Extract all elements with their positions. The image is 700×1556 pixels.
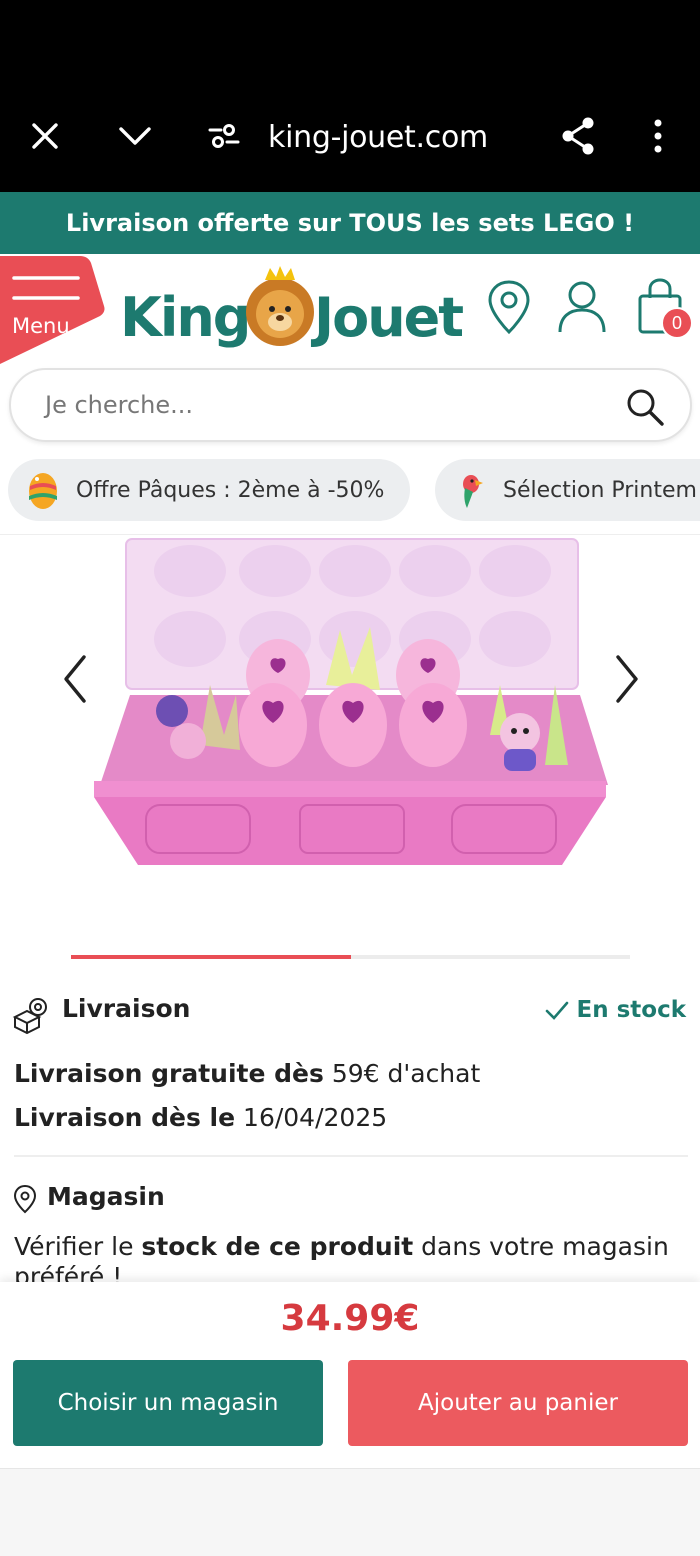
cart-count-badge: 0	[661, 307, 693, 339]
browser-toolbar: king-jouet.com	[0, 90, 700, 192]
delivery-date-value: 16/04/2025	[235, 1103, 388, 1132]
site-header: Menu King Jouet	[0, 254, 700, 364]
product-gallery[interactable]	[0, 534, 700, 954]
share-icon[interactable]	[556, 114, 600, 158]
address-bar-url[interactable]: king-jouet.com	[268, 120, 488, 155]
delivery-section: Livraison En stock Livraison gratuite dè…	[0, 985, 700, 1155]
chip-spring-selection[interactable]: Sélection Printem	[435, 459, 700, 521]
parrot-icon	[463, 475, 483, 508]
store-text-bold: stock de ce produit	[141, 1232, 414, 1261]
king-jouet-logo[interactable]: King Jouet	[120, 264, 465, 354]
store-text-part3: préféré !	[14, 1262, 123, 1282]
menu-label: Menu	[12, 314, 70, 338]
free-delivery-label: Livraison gratuite dès	[14, 1059, 324, 1088]
choose-store-button[interactable]: Choisir un magasin	[13, 1360, 323, 1446]
search-icon[interactable]	[624, 386, 666, 428]
free-delivery-line: Livraison gratuite dès 59€ d'achat	[14, 1059, 480, 1088]
store-text-part1: Vérifier le	[14, 1232, 142, 1261]
svg-text:King: King	[120, 286, 249, 349]
chevron-down-icon[interactable]	[113, 114, 157, 158]
account-icon[interactable]	[555, 276, 609, 338]
menu-button[interactable]: Menu	[0, 256, 106, 364]
search-input[interactable]: Je cherche...	[9, 368, 692, 442]
site-settings-icon[interactable]	[202, 114, 246, 158]
store-title: Magasin	[47, 1182, 165, 1211]
stock-status: En stock	[544, 997, 686, 1023]
store-section: Magasin Vérifier le stock de ce produit …	[0, 1170, 700, 1282]
svg-text:Jouet: Jouet	[310, 286, 463, 349]
purchase-bar: 34.99€ Choisir un magasin Ajouter au pan…	[0, 1282, 700, 1470]
chip-label: Sélection Printem	[503, 477, 697, 503]
search-placeholder: Je cherche...	[45, 391, 194, 419]
stock-status-label: En stock	[576, 997, 686, 1023]
status-bar	[0, 0, 700, 90]
delivery-date-line: Livraison dès le 16/04/2025	[14, 1103, 387, 1132]
chip-label: Offre Pâques : 2ème à -50%	[76, 477, 385, 503]
delivery-title: Livraison	[62, 994, 191, 1023]
delivery-icon	[12, 998, 47, 1035]
store-check-text-line2: préféré !	[14, 1262, 122, 1282]
delivery-date-label: Livraison dès le	[14, 1103, 236, 1132]
system-nav-area	[0, 1468, 700, 1556]
gallery-progress-bar	[71, 955, 630, 959]
location-pin-icon	[13, 1184, 37, 1214]
product-price: 34.99€	[280, 1298, 420, 1339]
check-icon	[546, 1001, 569, 1020]
store-check-text[interactable]: Vérifier le stock de ce produit dans vot…	[14, 1232, 669, 1261]
gallery-progress-fill	[71, 955, 351, 959]
easter-egg-icon	[29, 473, 57, 509]
free-delivery-threshold: 59€ d'achat	[323, 1059, 481, 1088]
menu-tab-shape	[0, 256, 105, 364]
more-vert-icon[interactable]	[636, 114, 680, 158]
close-icon[interactable]	[23, 114, 67, 158]
product-image	[94, 538, 608, 865]
section-divider	[14, 1155, 688, 1157]
add-to-cart-button[interactable]: Ajouter au panier	[348, 1360, 688, 1446]
chevron-right-icon[interactable]	[606, 649, 646, 709]
promo-banner[interactable]: Livraison offerte sur TOUS les sets LEGO…	[0, 192, 700, 254]
store-text-part2: dans votre magasin	[413, 1232, 669, 1261]
chip-easter-offer[interactable]: Offre Pâques : 2ème à -50%	[8, 459, 410, 521]
store-locator-icon[interactable]	[482, 276, 536, 338]
